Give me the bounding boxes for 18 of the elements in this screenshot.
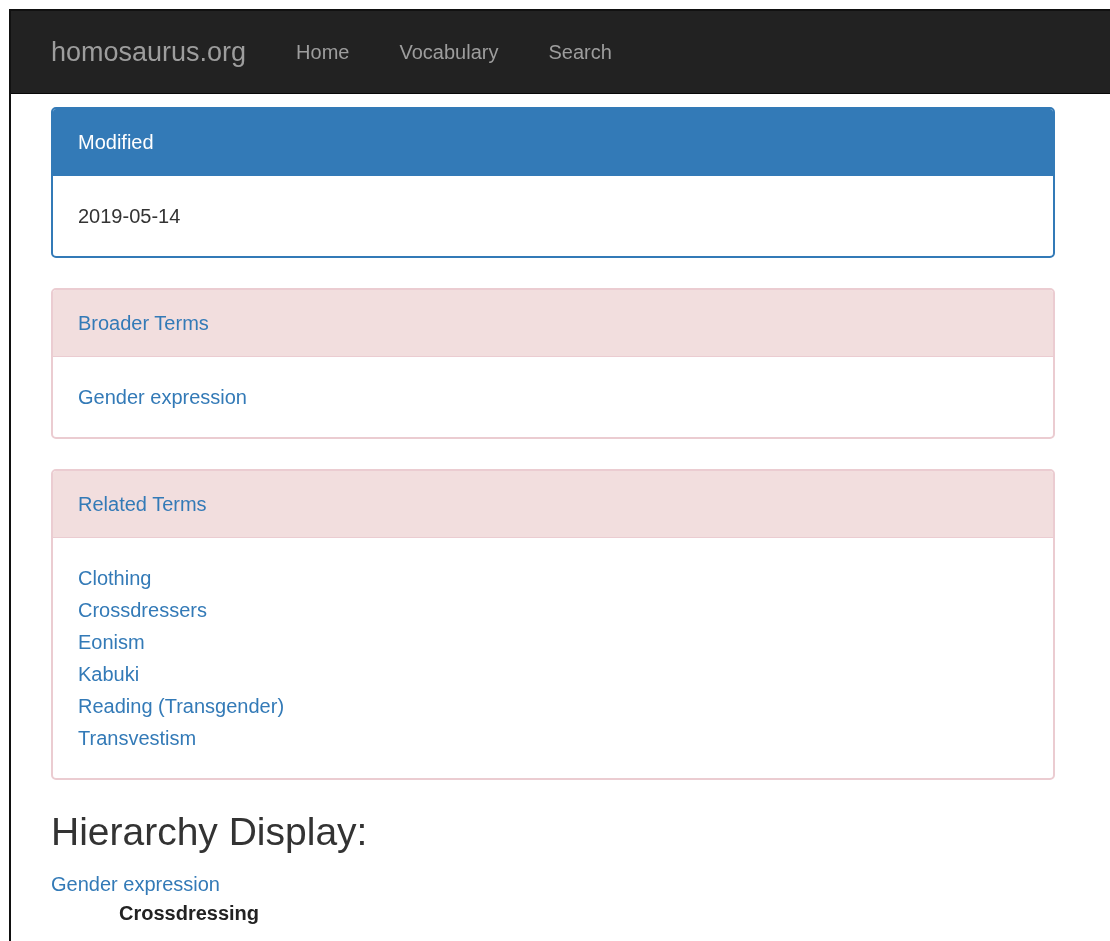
- term-link[interactable]: Kabuki: [78, 658, 140, 690]
- brand-link[interactable]: homosaurus.org: [51, 36, 247, 68]
- section-heading: Hierarchy Display:: [51, 810, 369, 854]
- term-link[interactable]: Reading (Transgender): [78, 690, 285, 722]
- panel-heading: Modified: [53, 109, 1053, 176]
- term-link[interactable]: Gender expression: [78, 381, 247, 413]
- nav-link[interactable]: Vocabulary: [399, 40, 499, 64]
- date-text: 2019-05-14: [78, 204, 181, 229]
- term-link[interactable]: Clothing: [78, 562, 152, 594]
- panel-heading: Related Terms: [53, 471, 1053, 538]
- panel-heading: Broader Terms: [53, 290, 1053, 357]
- current-term: Crossdressing: [119, 901, 260, 926]
- term-link[interactable]: Crossdressers: [78, 594, 207, 626]
- term-link[interactable]: Eonism: [78, 626, 145, 658]
- hierarchy-link[interactable]: Gender expression: [51, 868, 220, 900]
- term-link[interactable]: Transvestism: [78, 722, 197, 754]
- nav-link[interactable]: Search: [548, 40, 612, 64]
- nav-link[interactable]: Home: [296, 40, 350, 64]
